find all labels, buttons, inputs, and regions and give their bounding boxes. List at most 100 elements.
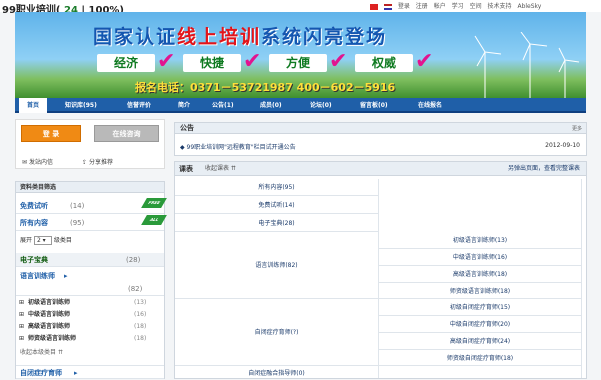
course-tab[interactable]: 课表 [179, 162, 193, 176]
nav-members[interactable]: 成员(0) [260, 98, 282, 113]
filter-ebook-label: 电子宝典 [20, 256, 48, 264]
filter-lang-sub-4[interactable]: ⊞ 师资级语言训练师 (18) [16, 334, 164, 344]
support-link[interactable]: 技术支持 [488, 3, 512, 10]
course-group-autism[interactable]: 自闭症疗育师(?) [175, 300, 378, 366]
plus-icon: ⊞ [19, 311, 25, 318]
us-flag-icon[interactable] [383, 3, 392, 10]
banner: 国家认证线上培训系统闪亮登场 经济 快捷 方便 权威 ✔ ✔ ✔ ✔ 报名电话：037… [15, 12, 586, 98]
checkmark-icon: ✔ [329, 49, 348, 74]
nav-reputation[interactable]: 信誉评价 [127, 98, 151, 113]
main-nav: 首页 知识库(95) 信誉评价 简介 公告(1) 成员(0) 论坛(0) 留言板… [15, 98, 586, 113]
share-label: 分享推荐 [88, 159, 113, 166]
collapse-course-link[interactable]: 收起课表 ⇈ [205, 162, 236, 176]
plus-icon: ⊞ [19, 323, 25, 330]
send-message-link[interactable]: ✉ 发站内信 [22, 157, 53, 166]
sub-count: (16) [134, 311, 147, 318]
filter-title: 资料类目筛选 [16, 182, 164, 193]
course-sub-lang-1[interactable]: 初级语言训练师(13) [379, 233, 581, 249]
course-sub-lang-4[interactable]: 师资级语言训练师(18) [379, 284, 581, 299]
expand-level-value: 2 [36, 237, 41, 244]
banner-phones: 报名电话：0371－53721987 400－602－5916 [135, 81, 396, 94]
course-sub-lang-2[interactable]: 中级语言训练师(16) [379, 250, 581, 266]
consult-label: 在线咨询 [112, 130, 141, 138]
checkmark-icon: ✔ [157, 49, 176, 74]
top-links: 登录 注册 帐户 学习 空间 技术支持 AbleSky [370, 1, 545, 10]
slogan-fast: 快捷 [183, 54, 241, 72]
sub-label: 初级语言训练师 [28, 299, 71, 306]
sub-count: (13) [134, 299, 147, 306]
china-flag-icon[interactable] [370, 3, 378, 10]
share-link[interactable]: ⇪ 分享推荐 [82, 157, 113, 166]
course-sub-autism-2[interactable]: 中级自闭症疗育师(20) [379, 317, 581, 333]
collapse-level-link[interactable]: 收起本级类目 ⇈ [20, 348, 168, 358]
notice-header: 公告 更多 [175, 123, 586, 134]
account-link[interactable]: 帐户 [434, 3, 446, 10]
nav-announcements[interactable]: 公告(1) [212, 98, 234, 113]
filter-lang-count: (82) [128, 285, 143, 293]
notice-panel: 公告 更多 ◆ 99职业培训网"远程教育"栏目试开通公告 2012-09-10 [174, 122, 587, 156]
register-link[interactable]: 注册 [416, 3, 428, 10]
table-divider [581, 179, 582, 378]
expand-level-select[interactable]: 2 ▾ [33, 236, 52, 245]
course-row-ebook[interactable]: 电子宝典(28) [175, 215, 378, 232]
nav-intro[interactable]: 简介 [178, 98, 190, 113]
nav-home[interactable]: 首页 [19, 98, 48, 113]
course-sub-autism-3[interactable]: 高级自闭症疗育师(24) [379, 334, 581, 350]
study-link[interactable]: 学习 [452, 3, 464, 10]
checkmark-icon: ✔ [243, 49, 262, 74]
filter-all[interactable]: 所有内容 (95) ALL [16, 215, 167, 231]
sub-count: (18) [134, 323, 147, 330]
plus-icon: ⊞ [19, 335, 25, 342]
expand-arrow-icon: ▸ [64, 272, 68, 280]
filter-lang-sub-2[interactable]: ⊞ 中级语言训练师 (16) [16, 310, 164, 320]
filter-free[interactable]: 免费试听 (14) FREE [16, 198, 167, 214]
filter-lang-sub-3[interactable]: ⊞ 高级语言训练师 (18) [16, 322, 164, 332]
filter-ebook-count: (28) [126, 256, 141, 264]
nav-guestbook[interactable]: 留言板(0) [360, 98, 388, 113]
space-link[interactable]: 空间 [470, 3, 482, 10]
filter-lang[interactable]: 语言训练师 ▸ (82) [16, 270, 164, 296]
filter-autism-label: 自闭症疗育师 [20, 369, 62, 377]
expand-arrow-icon: ▸ [74, 369, 78, 377]
nav-forum[interactable]: 论坛(0) [310, 98, 332, 113]
wind-turbine-icon [474, 32, 580, 98]
ablesky-link[interactable]: AbleSky [517, 3, 541, 10]
course-sub-lang-3[interactable]: 高级语言训练师(18) [379, 267, 581, 283]
collapse-course-label: 收起课表 [205, 165, 230, 172]
notice-item[interactable]: ◆ 99职业培训网"远程教育"栏目试开通公告 [180, 142, 296, 151]
course-row-all[interactable]: 所有内容(95) [175, 179, 378, 196]
filter-ebook[interactable]: 电子宝典 (28) [16, 253, 164, 267]
sub-count: (18) [134, 335, 147, 342]
consult-button[interactable]: 在线咨询 [94, 125, 159, 142]
nav-knowledge[interactable]: 知识库(95) [65, 98, 97, 113]
full-schedule-link[interactable]: 另弹出页面，查看完整课表 [508, 162, 580, 176]
course-sub-autism-4[interactable]: 师资级自闭症疗育师(18) [379, 351, 581, 366]
course-row-last[interactable]: 自闭症融合指导师(0) [175, 367, 378, 378]
category-filter: 资料类目筛选 免费试听 (14) FREE 所有内容 (95) ALL 展开 2… [15, 181, 168, 379]
expand-suffix: 级类目 [53, 237, 72, 244]
expand-control: 展开 2 ▾ 级类目 [20, 236, 168, 246]
sub-label: 中级语言训练师 [28, 311, 71, 318]
notice-more-link[interactable]: 更多 [572, 124, 582, 135]
slogan-authority: 权威 [355, 54, 413, 72]
slogan-convenient: 方便 [269, 54, 327, 72]
notice-item-text: 99职业培训网"远程教育"栏目试开通公告 [186, 144, 296, 151]
filter-lang-sub-1[interactable]: ⊞ 初级语言训练师 (13) [16, 298, 164, 308]
collapse-level-label: 收起本级类目 [20, 349, 57, 356]
slogan-economy: 经济 [97, 54, 155, 72]
banner-slogans: 经济 快捷 方便 权威 [97, 54, 441, 72]
course-tabs: 课表 收起课表 ⇈ 另弹出页面，查看完整课表 [175, 162, 586, 176]
collapse-arrows-icon: ⇈ [57, 349, 63, 356]
course-row-free[interactable]: 免费试听(14) [175, 197, 378, 214]
all-ribbon-icon: ALL [141, 215, 167, 225]
filter-autism[interactable]: 自闭症疗育师 ▸ [16, 365, 164, 379]
course-table: 课表 收起课表 ⇈ 另弹出页面，查看完整课表 所有内容(95) 免费试听(14)… [174, 161, 587, 379]
login-button[interactable]: 登 录 [21, 125, 81, 142]
course-group-lang[interactable]: 语言训练师(82) [175, 233, 378, 299]
nav-enroll[interactable]: 在线报名 [418, 98, 442, 113]
course-sub-autism-1[interactable]: 初级自闭症疗育师(15) [379, 300, 581, 316]
send-message-label: 发站内信 [28, 159, 53, 166]
plus-icon: ⊞ [19, 299, 25, 306]
login-link[interactable]: 登录 [398, 3, 410, 10]
filter-free-label: 免费试听 [20, 202, 48, 210]
